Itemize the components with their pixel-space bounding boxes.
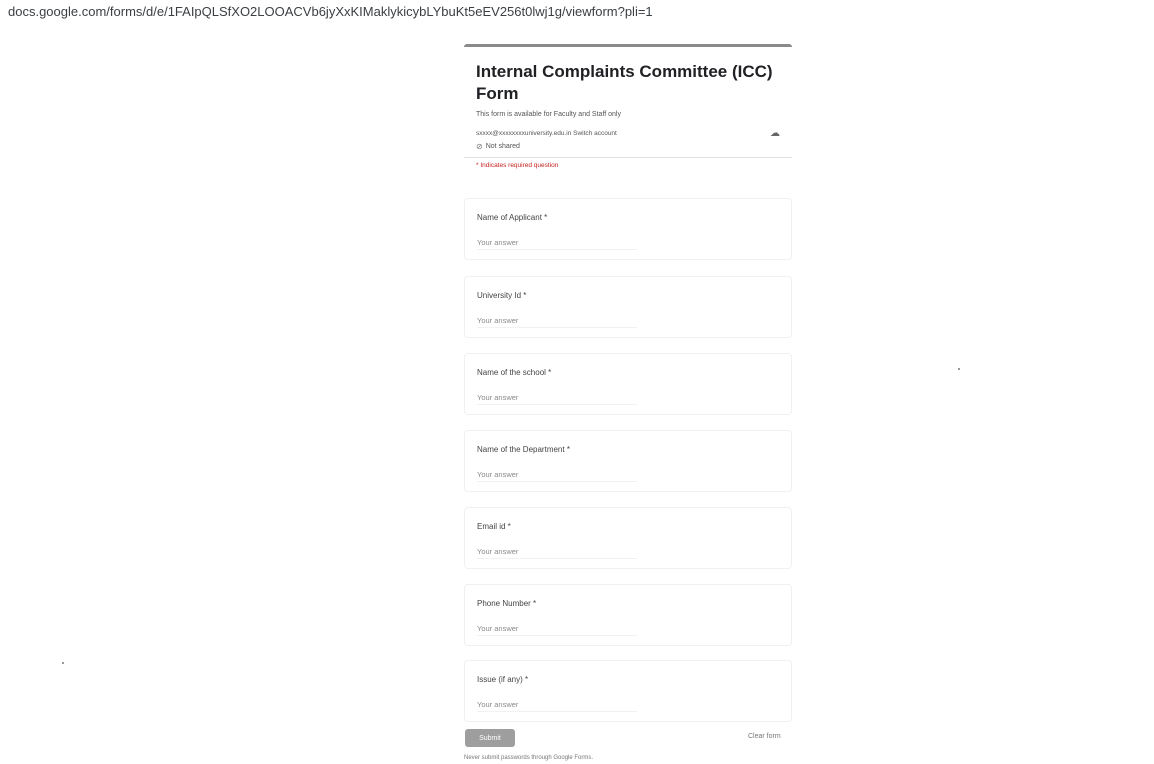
question-card-department-name: Name of the Department * [464,430,792,492]
question-label: Email id * [477,522,511,531]
question-card-applicant-name: Name of Applicant * [464,198,792,260]
address-bar-url[interactable]: docs.google.com/forms/d/e/1FAIpQLSfXO2LO… [8,4,908,19]
form-header-card: Internal Complaints Committee (ICC) Form… [464,44,792,177]
not-shared-row: ⊘ Not shared [476,142,780,151]
header-divider [464,157,792,158]
form-title: Internal Complaints Committee (ICC) Form [476,62,773,103]
question-card-phone-number: Phone Number * [464,584,792,646]
scan-speck [958,368,960,370]
scan-speck [62,662,64,664]
question-card-school-name: Name of the school * [464,353,792,415]
not-shared-icon: ⊘ [476,142,483,151]
question-label: University Id * [477,291,527,300]
form-column: Internal Complaints Committee (ICC) Form… [464,44,792,177]
question-label: Name of the school * [477,368,552,377]
not-shared-label: Not shared [485,143,520,150]
issue-input[interactable] [477,700,637,712]
submit-button[interactable]: Submit [465,729,515,747]
email-id-input[interactable] [477,547,637,559]
phone-number-input[interactable] [477,624,637,636]
form-description: This form is available for Faculty and S… [476,111,621,118]
university-id-input[interactable] [477,316,637,328]
question-card-university-id: University Id * [464,276,792,338]
question-card-email-id: Email id * [464,507,792,569]
question-label: Name of the Department * [477,445,570,454]
account-email[interactable]: sxxxx@xxxxxxxxuniversity.edu.in Switch a… [476,130,617,137]
school-name-input[interactable] [477,393,637,405]
question-label: Name of Applicant * [477,213,548,222]
question-card-issue: Issue (if any) * [464,660,792,722]
question-label: Phone Number * [477,599,537,608]
department-name-input[interactable] [477,470,637,482]
applicant-name-input[interactable] [477,238,637,250]
clear-form-button[interactable]: Clear form [748,733,781,740]
question-label: Issue (if any) * [477,675,529,684]
footer-note: Never submit passwords through Google Fo… [464,755,594,761]
required-note: * Indicates required question [476,162,559,169]
cloud-saved-icon[interactable]: ☁ [770,128,780,139]
account-row: sxxxx@xxxxxxxxuniversity.edu.in Switch a… [476,128,780,139]
